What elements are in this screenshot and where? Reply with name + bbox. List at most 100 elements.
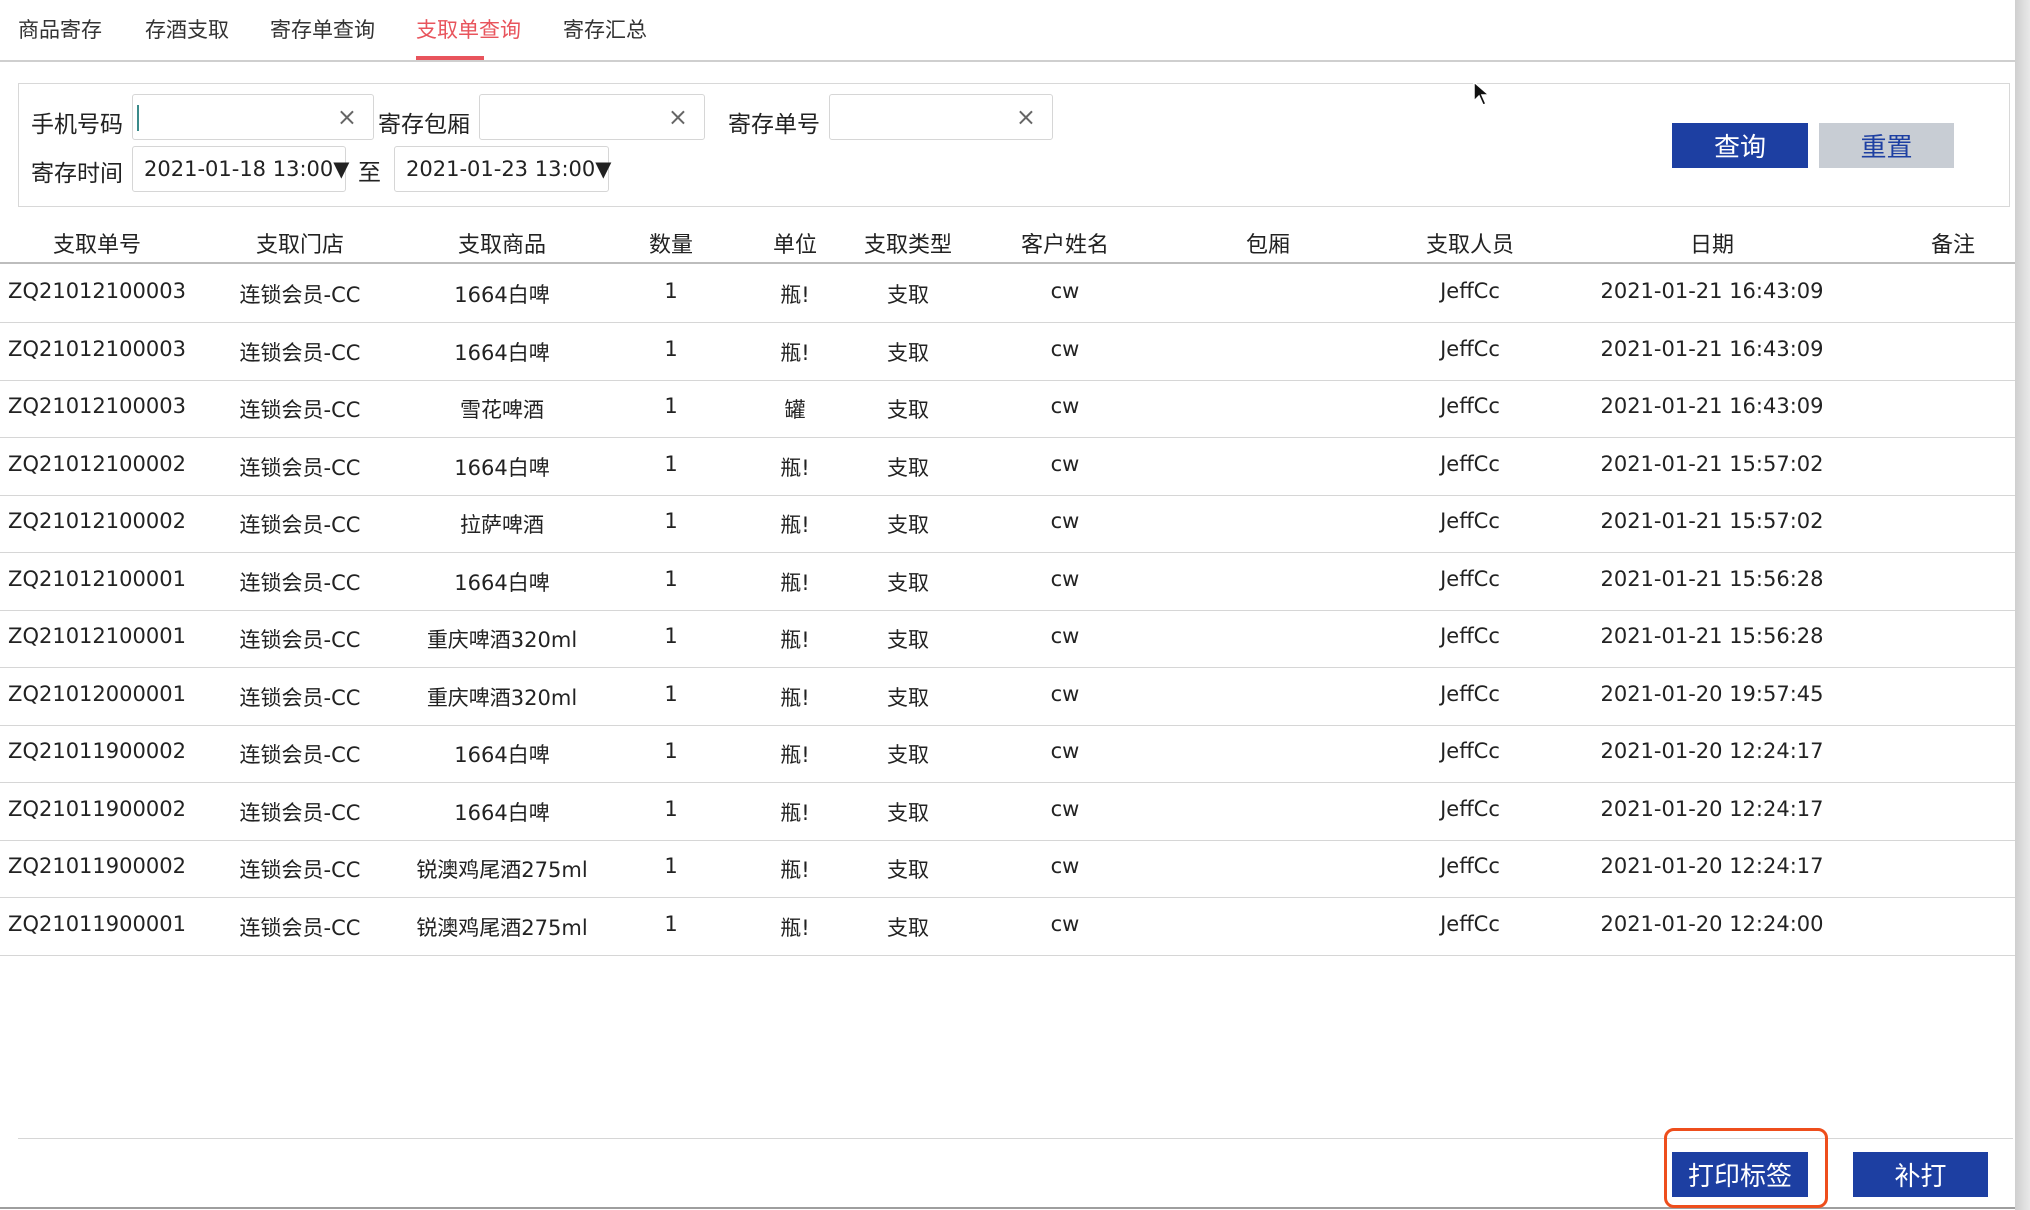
- text-caret: [137, 105, 139, 131]
- cell-date: 2021-01-21 15:57:02: [1600, 509, 1824, 533]
- time-label: 寄存时间: [31, 161, 123, 187]
- column-header: 单位: [772, 233, 818, 258]
- cell-date: 2021-01-20 12:24:00: [1600, 911, 1824, 936]
- table-row[interactable]: ZQ21012100001 连锁会员-CC 重庆啤酒320ml 1 瓶! 支取 cw Jeff…: [0, 609, 2015, 668]
- cell-store: 连锁会员-CC: [239, 340, 361, 365]
- range-separator: 至: [358, 160, 381, 186]
- column-header: 包厢: [1245, 233, 1291, 258]
- cell-withdraw-type: 支取: [887, 800, 929, 825]
- cell-date: 2021-01-21 16:43:09: [1600, 336, 1824, 361]
- table-row[interactable]: ZQ21012100003 连锁会员-CC 1664白啤 1 瓶! 支取 cw JeffCc 2…: [0, 322, 2015, 381]
- cell-product: 1664白啤: [454, 800, 550, 825]
- cell-staff: JeffCc: [1440, 566, 1500, 591]
- table-row[interactable]: ZQ21011900002 连锁会员-CC 1664白啤 1 瓶! 支取 cw JeffCc 2…: [0, 724, 2015, 783]
- cell-order-no: ZQ21012100001: [8, 624, 186, 648]
- cell-staff: JeffCc: [1440, 451, 1500, 476]
- tab-wine-withdraw[interactable]: 存酒支取: [145, 14, 229, 44]
- cell-quantity: 1: [664, 796, 678, 821]
- close-icon[interactable]: ×: [668, 103, 688, 131]
- cell-unit: 瓶!: [780, 340, 810, 365]
- query-button[interactable]: 查询: [1672, 123, 1808, 168]
- start-time-select[interactable]: 2021-01-18 13:00▼: [132, 146, 349, 192]
- cell-store: 连锁会员-CC: [239, 513, 361, 537]
- cell-unit: 瓶!: [780, 455, 810, 480]
- cell-staff: JeffCc: [1440, 279, 1500, 303]
- reset-button[interactable]: 重置: [1819, 123, 1954, 168]
- column-header: 支取单号: [52, 233, 142, 258]
- tab-bar: 商品寄存 存酒支取 寄存单查询 支取单查询 寄存汇总: [0, 0, 2015, 62]
- cell-customer-name: cw: [1050, 796, 1080, 821]
- cell-date: 2021-01-21 15:56:28: [1600, 624, 1824, 648]
- order-label: 寄存单号: [728, 112, 820, 138]
- cell-quantity: 1: [664, 854, 678, 878]
- cell-withdraw-type: 支取: [887, 570, 929, 595]
- cell-order-no: ZQ21012000001: [8, 681, 186, 706]
- table-row[interactable]: ZQ21012100002 连锁会员-CC 1664白啤 1 瓶! 支取 cw JeffCc 2…: [0, 437, 2015, 496]
- cell-product: 锐澳鸡尾酒275ml: [416, 915, 588, 940]
- cell-order-no: ZQ21012100002: [8, 509, 186, 533]
- cell-product: 1664白啤: [454, 340, 550, 365]
- phone-input[interactable]: ×: [132, 94, 374, 140]
- dropdown-triangle-icon: ▼: [595, 157, 612, 181]
- close-icon[interactable]: ×: [1016, 103, 1036, 131]
- cell-staff: JeffCc: [1440, 394, 1500, 418]
- cell-quantity: 1: [664, 509, 678, 533]
- cell-staff: JeffCc: [1440, 509, 1500, 533]
- table-row[interactable]: ZQ21012100003 连锁会员-CC 1664白啤 1 瓶! 支取 cw JeffCc 2…: [0, 264, 2015, 323]
- cell-customer-name: cw: [1050, 336, 1080, 361]
- cell-unit: 瓶!: [780, 283, 810, 307]
- column-header: 支取门店: [255, 233, 345, 258]
- order-input[interactable]: ×: [829, 94, 1053, 140]
- tab-deposit-query[interactable]: 寄存单查询: [270, 14, 375, 44]
- tab-withdraw-query[interactable]: 支取单查询: [416, 14, 521, 44]
- table-row[interactable]: ZQ21011900002 连锁会员-CC 锐澳鸡尾酒275ml 1 瓶! 支取 cw Jef…: [0, 839, 2015, 898]
- tab-deposit-summary[interactable]: 寄存汇总: [563, 14, 647, 44]
- cell-staff: JeffCc: [1440, 681, 1500, 706]
- column-header: 支取人员: [1425, 233, 1515, 258]
- window-edge: [2015, 0, 2030, 1210]
- table-row[interactable]: ZQ21012100002 连锁会员-CC 拉萨啤酒 1 瓶! 支取 cw JeffCc 202…: [0, 494, 2015, 553]
- cell-product: 重庆啤酒320ml: [426, 685, 578, 710]
- cell-unit: 瓶!: [780, 743, 810, 767]
- cell-product: 锐澳鸡尾酒275ml: [416, 858, 588, 882]
- cell-unit: 瓶!: [780, 915, 810, 940]
- cell-product: 1664白啤: [454, 570, 550, 595]
- cell-order-no: ZQ21012100003: [8, 279, 186, 303]
- cell-unit: 瓶!: [780, 800, 810, 825]
- cell-withdraw-type: 支取: [887, 455, 929, 480]
- cell-quantity: 1: [664, 566, 678, 591]
- column-header: 数量: [648, 233, 694, 258]
- table-row[interactable]: ZQ21011900001 连锁会员-CC 锐澳鸡尾酒275ml 1 瓶! 支取 cw Jef…: [0, 897, 2015, 956]
- cell-date: 2021-01-20 19:57:45: [1600, 681, 1824, 706]
- cell-date: 2021-01-21 16:43:09: [1600, 279, 1824, 303]
- table-row[interactable]: ZQ21011900002 连锁会员-CC 1664白啤 1 瓶! 支取 cw JeffCc 2…: [0, 782, 2015, 841]
- reprint-button[interactable]: 补打: [1853, 1152, 1988, 1197]
- cell-quantity: 1: [664, 451, 678, 476]
- close-icon[interactable]: ×: [337, 103, 357, 131]
- cell-store: 连锁会员-CC: [239, 743, 361, 767]
- room-input[interactable]: ×: [479, 94, 705, 140]
- table-row[interactable]: ZQ21012000001 连锁会员-CC 重庆啤酒320ml 1 瓶! 支取 cw Jeff…: [0, 667, 2015, 726]
- end-time-value: 2021-01-23 13:00: [406, 157, 596, 181]
- cell-staff: JeffCc: [1440, 336, 1500, 361]
- cell-unit: 瓶!: [780, 685, 810, 710]
- cell-store: 连锁会员-CC: [239, 398, 361, 422]
- table-row[interactable]: ZQ21012100003 连锁会员-CC 雪花啤酒 1 罐 支取 cw JeffCc 2021…: [0, 379, 2015, 438]
- cell-store: 连锁会员-CC: [239, 685, 361, 710]
- column-header: 日期: [1689, 233, 1735, 258]
- mouse-pointer-icon: [1473, 81, 1491, 106]
- cell-withdraw-type: 支取: [887, 283, 929, 307]
- table-row[interactable]: ZQ21012100001 连锁会员-CC 1664白啤 1 瓶! 支取 cw JeffCc 2…: [0, 552, 2015, 611]
- start-time-value: 2021-01-18 13:00: [144, 157, 334, 181]
- end-time-select[interactable]: 2021-01-23 13:00▼: [394, 146, 612, 192]
- cell-store: 连锁会员-CC: [239, 283, 361, 307]
- cell-store: 连锁会员-CC: [239, 858, 361, 882]
- tab-goods-deposit[interactable]: 商品寄存: [18, 14, 102, 44]
- cell-unit: 罐: [784, 398, 806, 422]
- cell-product: 1664白啤: [454, 283, 550, 307]
- cell-unit: 瓶!: [780, 858, 810, 882]
- cell-order-no: ZQ21012100003: [8, 336, 186, 361]
- cell-quantity: 1: [664, 336, 678, 361]
- cell-product: 拉萨啤酒: [460, 513, 544, 537]
- highlight-box: [1664, 1128, 1828, 1208]
